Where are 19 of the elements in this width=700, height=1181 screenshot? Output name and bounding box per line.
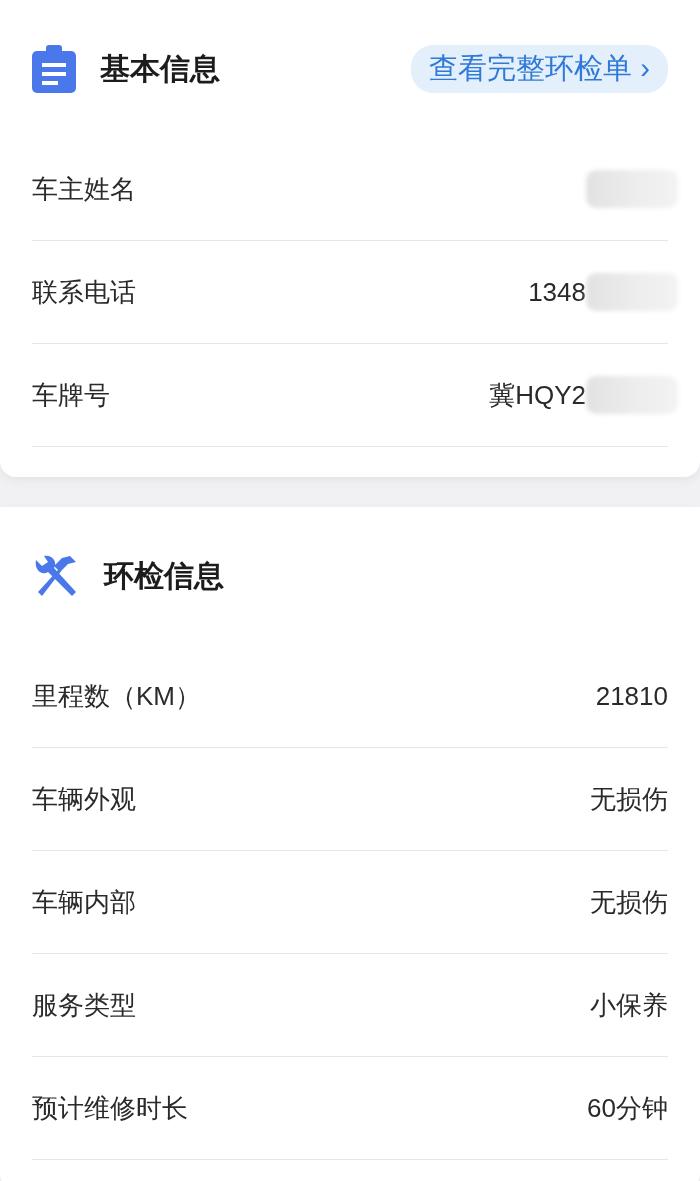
field-value: 无损伤 [590, 885, 668, 919]
field-label: 车辆外观 [32, 782, 136, 816]
field-value: 60分钟 [587, 1091, 668, 1125]
field-value: 冀HQY2 [489, 378, 586, 412]
field-label: 联系电话 [32, 275, 136, 309]
field-value: 21810 [595, 680, 668, 712]
field-label: 车主姓名 [32, 172, 136, 206]
section-title: 环检信息 [104, 557, 225, 594]
view-full-report-link[interactable]: 查看完整环检单 › [411, 45, 668, 93]
field-label: 车辆内部 [32, 885, 136, 919]
field-label: 里程数（KM） [32, 679, 201, 713]
field-label: 服务类型 [32, 988, 136, 1022]
field-value: 无损伤 [590, 782, 668, 816]
field-label: 预计维修时长 [32, 1091, 188, 1125]
clipboard-icon [32, 45, 76, 93]
section-title: 基本信息 [100, 50, 221, 87]
field-value: 小保养 [590, 988, 668, 1022]
field-value: 1348 [528, 276, 586, 308]
field-label: 车牌号 [32, 378, 110, 412]
